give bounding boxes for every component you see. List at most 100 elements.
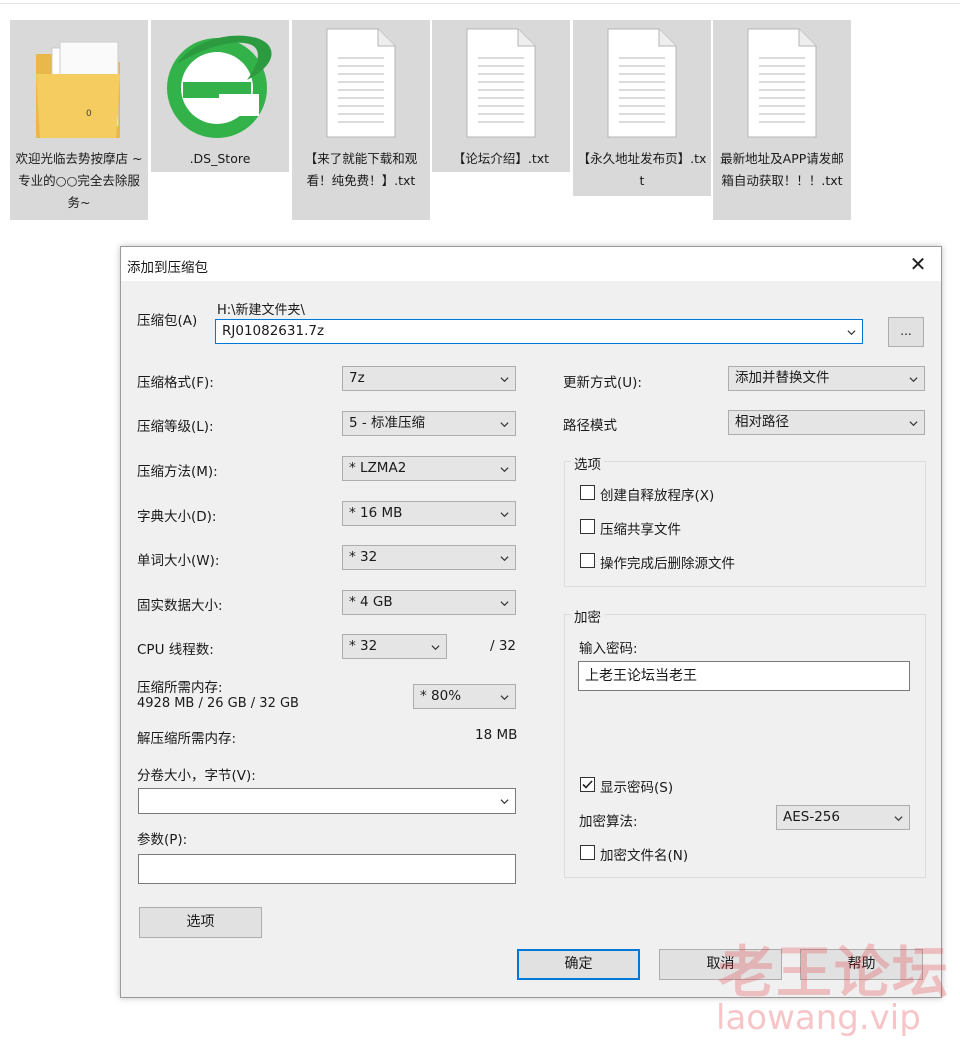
volume-size-combobox[interactable]: [138, 788, 516, 814]
update-mode-select[interactable]: 添加并替换文件: [728, 366, 925, 391]
parameters-input[interactable]: [138, 854, 516, 884]
delete-after-checkbox[interactable]: [580, 553, 595, 568]
password-label: 输入密码:: [579, 641, 638, 657]
word-size-value: * 32: [349, 549, 378, 565]
file-tile-txt-3[interactable]: 【永久地址发布页】.txt: [573, 20, 711, 196]
word-size-select[interactable]: * 32: [342, 545, 516, 570]
text-file-icon: [713, 20, 851, 148]
volume-size-label: 分卷大小，字节(V):: [137, 768, 256, 784]
file-name: 最新地址及APP请发邮箱自动获取！！！.txt: [720, 151, 844, 188]
cpu-threads-label: CPU 线程数:: [137, 642, 214, 658]
file-name: 欢迎光临去势按摩店 ~专业的○○完全去除服务~: [15, 151, 143, 210]
chevron-down-icon: [500, 467, 509, 473]
format-label: 压缩格式(F):: [137, 375, 214, 391]
encrypt-names-label: 加密文件名(N): [600, 848, 689, 864]
memory-percent-select[interactable]: * 80%: [413, 684, 516, 709]
chevron-down-icon: [500, 377, 509, 383]
sfx-checkbox[interactable]: [580, 485, 595, 500]
dictionary-select[interactable]: * 16 MB: [342, 501, 516, 526]
solid-size-label: 固实数据大小:: [137, 598, 223, 614]
path-mode-value: 相对路径: [735, 414, 789, 430]
add-to-archive-dialog: 添加到压缩包 ✕ 压缩包(A) H:\新建文件夹\ RJ01082631.7z …: [120, 246, 942, 998]
file-tile-folder[interactable]: 0 欢迎光临去势按摩店 ~专业的○○完全去除服务~: [10, 20, 148, 220]
archive-name-value: RJ01082631.7z: [222, 323, 325, 339]
memory-label: 压缩所需内存:: [137, 680, 223, 696]
cpu-threads-value: * 32: [349, 638, 378, 654]
archive-path: H:\新建文件夹\: [217, 303, 305, 318]
file-name: 【论坛介绍】.txt: [452, 151, 550, 166]
title-bar[interactable]: 添加到压缩包 ✕: [121, 247, 941, 281]
folder-icon: 0: [10, 20, 148, 148]
chevron-down-icon: [500, 799, 509, 805]
password-input[interactable]: 上老王论坛当老王: [578, 661, 910, 691]
text-file-icon: [292, 20, 430, 148]
chevron-down-icon: [909, 421, 918, 427]
shared-files-checkbox-label: 压缩共享文件: [600, 522, 681, 538]
chevron-down-icon: [500, 422, 509, 428]
format-value: 7z: [349, 370, 365, 386]
decompress-memory-label: 解压缩所需内存:: [137, 731, 237, 747]
show-password-label: 显示密码(S): [600, 780, 674, 796]
file-tile-txt-1[interactable]: 【来了就能下载和观看！纯免费！】.txt: [292, 20, 430, 220]
file-name: 【永久地址发布页】.txt: [577, 151, 707, 188]
encryption-method-value: AES-256: [783, 809, 840, 825]
word-size-label: 单词大小(W):: [137, 553, 220, 569]
method-label: 压缩方法(M):: [137, 464, 218, 480]
solid-size-select[interactable]: * 4 GB: [342, 590, 516, 615]
chevron-down-icon: [500, 512, 509, 518]
top-border: [0, 0, 960, 4]
update-mode-value: 添加并替换文件: [735, 370, 830, 386]
parameters-label: 参数(P):: [137, 832, 188, 848]
level-select[interactable]: 5 - 标准压缩: [342, 411, 516, 436]
chevron-down-icon: [500, 695, 509, 701]
options-button[interactable]: 选项: [139, 907, 262, 938]
archive-name-combobox[interactable]: RJ01082631.7z: [215, 319, 863, 344]
ok-button[interactable]: 确定: [517, 949, 640, 980]
sfx-checkbox-label: 创建自释放程序(X): [600, 488, 715, 504]
shared-files-checkbox[interactable]: [580, 519, 595, 534]
file-tile-ds-store[interactable]: .DS_Store: [151, 20, 289, 172]
delete-after-checkbox-label: 操作完成后删除源文件: [600, 556, 735, 572]
dialog-title: 添加到压缩包: [127, 260, 208, 276]
options-group-title: 选项: [571, 453, 604, 473]
encrypt-names-checkbox[interactable]: [580, 845, 595, 860]
method-value: * LZMA2: [349, 460, 407, 476]
browser-e-icon: [151, 20, 289, 148]
file-tile-txt-4[interactable]: 最新地址及APP请发邮箱自动获取！！！.txt: [713, 20, 851, 220]
chevron-down-icon: [500, 556, 509, 562]
chevron-down-icon: [500, 601, 509, 607]
chevron-down-icon: [909, 377, 918, 383]
cpu-threads-max: / 32: [490, 638, 517, 654]
level-label: 压缩等级(L):: [137, 419, 214, 435]
memory-value: 4928 MB / 26 GB / 32 GB: [137, 696, 299, 711]
encryption-method-select[interactable]: AES-256: [776, 805, 910, 830]
file-tile-txt-2[interactable]: 【论坛介绍】.txt: [432, 20, 570, 172]
format-select[interactable]: 7z: [342, 366, 516, 391]
memory-percent-value: * 80%: [420, 688, 462, 704]
watermark-url: laowang.vip: [716, 998, 921, 1038]
path-mode-label: 路径模式: [563, 418, 617, 434]
file-name: .DS_Store: [189, 151, 251, 166]
chevron-down-icon: [431, 645, 440, 651]
decompress-memory-value: 18 MB: [475, 727, 518, 743]
update-mode-label: 更新方式(U):: [563, 375, 642, 391]
archive-label: 压缩包(A): [137, 313, 198, 329]
method-select[interactable]: * LZMA2: [342, 456, 516, 481]
browse-button[interactable]: ...: [888, 317, 924, 347]
encryption-method-label: 加密算法:: [579, 814, 638, 830]
svg-text:0: 0: [86, 109, 92, 119]
text-file-icon: [573, 20, 711, 148]
close-icon[interactable]: ✕: [903, 249, 933, 279]
show-password-checkbox[interactable]: [580, 777, 595, 792]
solid-size-value: * 4 GB: [349, 594, 393, 610]
checkmark-icon: [582, 780, 593, 789]
encryption-group-title: 加密: [571, 606, 604, 626]
cpu-threads-select[interactable]: * 32: [342, 634, 447, 659]
file-name: 【来了就能下载和观看！纯免费！】.txt: [304, 151, 418, 188]
dictionary-label: 字典大小(D):: [137, 509, 217, 525]
path-mode-select[interactable]: 相对路径: [728, 410, 925, 435]
watermark-text: 老王论坛: [718, 941, 950, 1006]
chevron-down-icon: [847, 330, 856, 336]
text-file-icon: [432, 20, 570, 148]
level-value: 5 - 标准压缩: [349, 415, 426, 431]
